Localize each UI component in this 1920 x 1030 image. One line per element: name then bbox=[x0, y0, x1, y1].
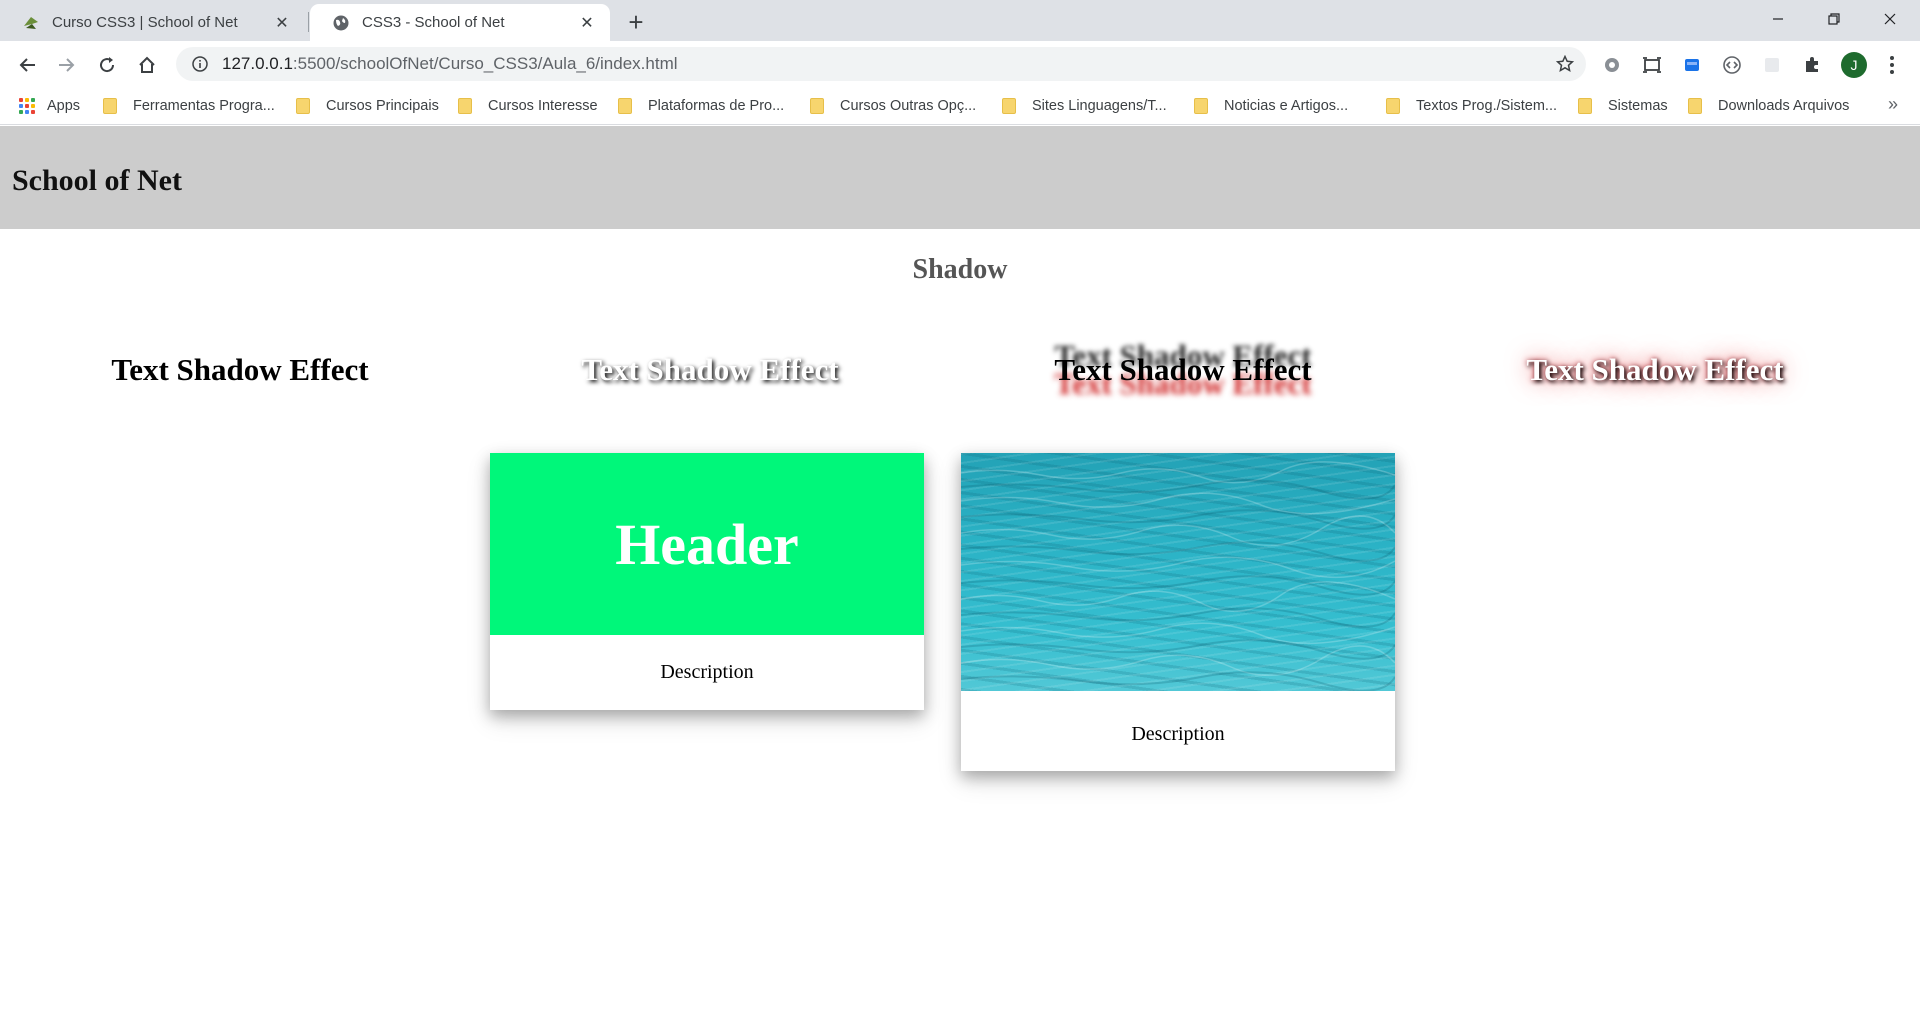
bookmark-folder[interactable]: Sistemas bbox=[1578, 94, 1668, 118]
site-title: School of Net bbox=[12, 164, 182, 197]
folder-icon bbox=[1002, 98, 1016, 114]
extension-blue-icon[interactable] bbox=[1680, 53, 1704, 77]
bookmark-apps[interactable]: Apps bbox=[19, 94, 80, 118]
tab-separator bbox=[308, 12, 309, 32]
image-card: Description bbox=[961, 453, 1395, 771]
tab-strip: Curso CSS3 | School of Net ✕ CSS3 - Scho… bbox=[0, 0, 1920, 41]
folder-icon bbox=[618, 98, 632, 114]
bookmark-label: Cursos Interesse bbox=[488, 98, 598, 114]
card-description: Description bbox=[1131, 723, 1225, 745]
school-of-net-favicon-icon bbox=[22, 14, 40, 32]
bookmark-label: Cursos Outras Opç... bbox=[840, 98, 977, 114]
bookmark-folder[interactable]: Textos Prog./Sistem... bbox=[1386, 94, 1557, 118]
bookmark-folder[interactable]: Noticias e Artigos... bbox=[1194, 94, 1348, 118]
text-shadow-plain: Text Shadow Effect bbox=[111, 352, 369, 387]
bookmark-label: Sites Linguagens/T... bbox=[1032, 98, 1167, 114]
header-card: Header Description bbox=[490, 453, 924, 710]
folder-icon bbox=[103, 98, 117, 114]
extension-blank-icon[interactable] bbox=[1760, 53, 1784, 77]
url-path: :5500/schoolOfNet/Curso_CSS3/Aula_6/inde… bbox=[292, 54, 678, 73]
bookmarks-bar: Apps Ferramentas Progra... Cursos Princi… bbox=[0, 88, 1920, 125]
forward-icon[interactable] bbox=[50, 49, 82, 81]
bookmark-folder[interactable]: Ferramentas Progra... bbox=[103, 94, 275, 118]
close-tab-icon[interactable]: ✕ bbox=[576, 12, 598, 34]
bookmarks-overflow-icon[interactable]: » bbox=[1882, 92, 1904, 116]
bookmark-label: Downloads Arquivos bbox=[1718, 98, 1850, 114]
bookmark-label: Sistemas bbox=[1608, 98, 1668, 114]
bookmark-label: Ferramentas Progra... bbox=[133, 98, 275, 114]
extensions-puzzle-icon[interactable] bbox=[1800, 53, 1824, 77]
browser-toolbar: 127.0.0.1:5500/schoolOfNet/Curso_CSS3/Au… bbox=[0, 41, 1920, 88]
folder-icon bbox=[1578, 98, 1592, 114]
folder-icon bbox=[810, 98, 824, 114]
folder-icon bbox=[1688, 98, 1702, 114]
bookmark-folder[interactable]: Downloads Arquivos bbox=[1688, 94, 1849, 118]
bookmark-label: Apps bbox=[47, 98, 81, 114]
url-text[interactable]: 127.0.0.1:5500/schoolOfNet/Curso_CSS3/Au… bbox=[222, 54, 678, 74]
bookmark-star-icon[interactable] bbox=[1554, 53, 1576, 75]
address-bar[interactable]: 127.0.0.1:5500/schoolOfNet/Curso_CSS3/Au… bbox=[176, 47, 1586, 81]
tab-title: Curso CSS3 | School of Net bbox=[52, 14, 238, 31]
water-image bbox=[961, 453, 1395, 691]
folder-icon bbox=[458, 98, 472, 114]
restore-icon[interactable] bbox=[1806, 0, 1862, 38]
browser-menu-icon[interactable] bbox=[1880, 52, 1904, 78]
card-header: Header bbox=[490, 453, 924, 635]
back-icon[interactable] bbox=[12, 49, 44, 81]
text-shadow-glow: Text Shadow Effect bbox=[1526, 352, 1784, 387]
extension-code-icon[interactable] bbox=[1720, 53, 1744, 77]
minimize-icon[interactable] bbox=[1750, 0, 1806, 38]
apps-grid-icon bbox=[19, 97, 36, 115]
home-icon[interactable] bbox=[131, 49, 163, 81]
folder-icon bbox=[296, 98, 310, 114]
close-window-icon[interactable] bbox=[1862, 0, 1918, 38]
tab-css3-school-of-net[interactable]: CSS3 - School of Net ✕ bbox=[310, 4, 610, 41]
screen-capture-icon[interactable] bbox=[1640, 53, 1664, 77]
bookmark-label: Textos Prog./Sistem... bbox=[1416, 98, 1558, 114]
tab-curso-css3[interactable]: Curso CSS3 | School of Net ✕ bbox=[0, 4, 305, 41]
new-tab-button[interactable]: + bbox=[620, 7, 652, 37]
bookmark-folder[interactable]: Plataformas de Pro... bbox=[618, 94, 784, 118]
folder-icon bbox=[1194, 98, 1208, 114]
bookmark-folder[interactable]: Cursos Outras Opç... bbox=[810, 94, 976, 118]
extension-gear-icon[interactable] bbox=[1600, 53, 1624, 77]
card-description: Description bbox=[660, 661, 754, 683]
profile-avatar[interactable]: J bbox=[1841, 52, 1867, 78]
bookmark-folder[interactable]: Sites Linguagens/T... bbox=[1002, 94, 1167, 118]
site-info-icon[interactable] bbox=[190, 54, 210, 74]
section-title: Shadow bbox=[912, 254, 1008, 285]
bookmark-label: Cursos Principais bbox=[326, 98, 439, 114]
text-shadow-white: Text Shadow Effect bbox=[581, 352, 839, 387]
url-host: 127.0.0.1 bbox=[222, 54, 293, 73]
bookmark-label: Noticias e Artigos... bbox=[1224, 98, 1349, 114]
globe-icon bbox=[332, 14, 350, 32]
reload-icon[interactable] bbox=[91, 49, 123, 81]
tab-title: CSS3 - School of Net bbox=[362, 14, 505, 31]
text-shadow-double: Text Shadow Effect bbox=[1054, 352, 1312, 387]
page-content: School of Net Shadow Text Shadow Effect … bbox=[0, 126, 1920, 1030]
close-tab-icon[interactable]: ✕ bbox=[271, 12, 293, 34]
site-header: School of Net bbox=[0, 126, 1920, 229]
bookmark-label: Plataformas de Pro... bbox=[648, 98, 785, 114]
folder-icon bbox=[1386, 98, 1400, 114]
bookmark-folder[interactable]: Cursos Interesse bbox=[458, 94, 598, 118]
bookmark-folder[interactable]: Cursos Principais bbox=[296, 94, 439, 118]
